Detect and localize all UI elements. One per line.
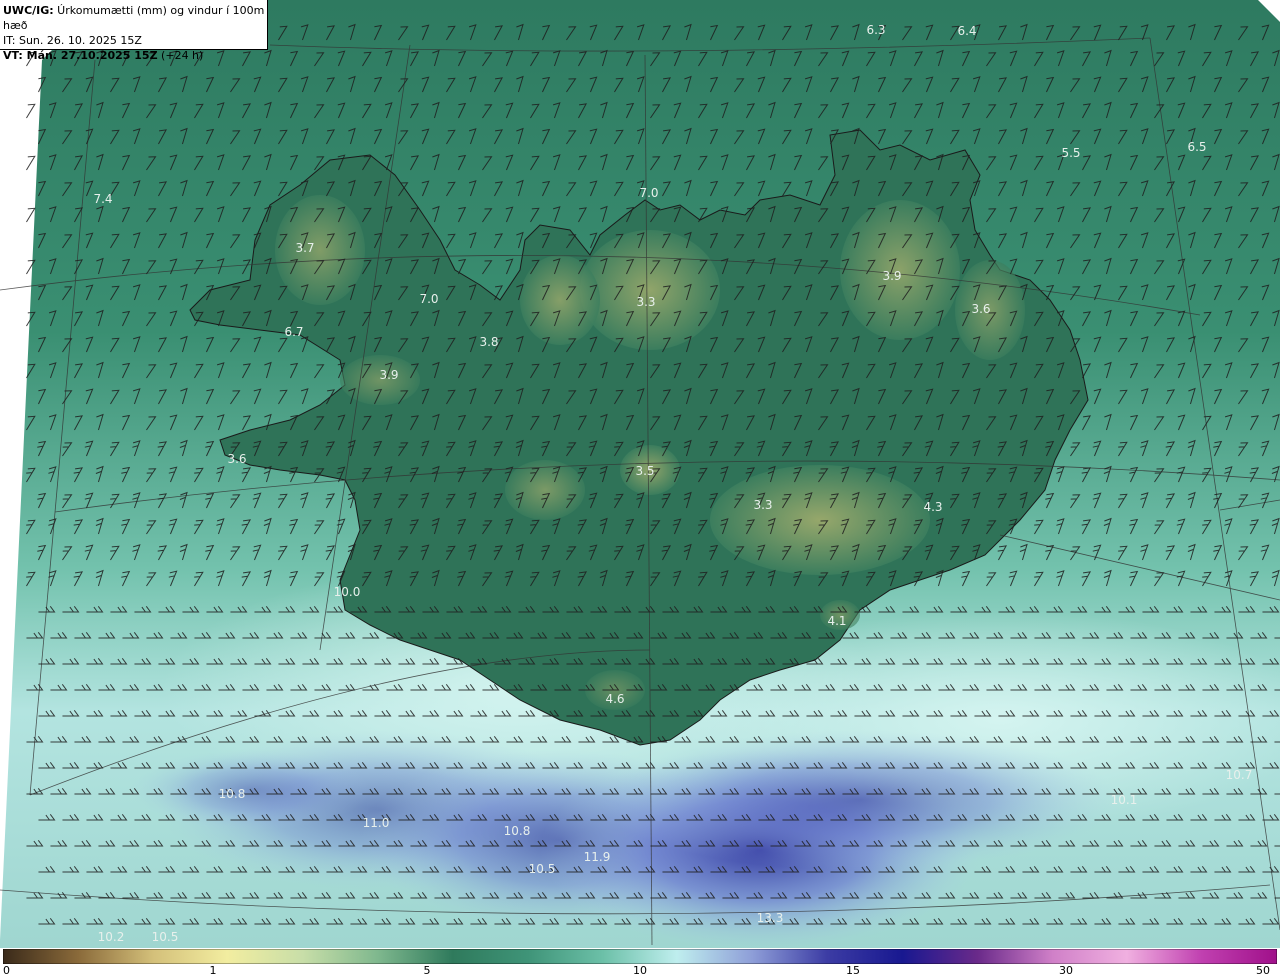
precip-value-label: 4.3 [923, 500, 943, 514]
precip-value-label: 6.5 [1187, 140, 1207, 154]
precip-value-label: 6.3 [866, 23, 886, 37]
precip-value-label: 5.5 [1061, 146, 1081, 160]
precip-value-label: 3.9 [882, 269, 902, 283]
precip-value-label: 3.6 [971, 302, 991, 316]
colorbar-tick-label: 5 [423, 964, 431, 977]
precip-value-label: 4.1 [827, 614, 847, 628]
map-header: UWC/IG: Úrkomumætti (mm) og vindur í 100… [0, 0, 268, 62]
precip-value-label: 6.7 [284, 325, 304, 339]
precip-value-label: 7.0 [639, 186, 659, 200]
colorbar-tick-label: 10 [633, 964, 647, 977]
precip-value-label: 3.3 [636, 295, 656, 309]
precip-value-label: 10.5 [528, 862, 556, 876]
precip-value-label: 10.7 [1225, 768, 1253, 782]
precip-value-label: 13.3 [756, 911, 784, 925]
header-title-line: UWC/IG: Úrkomumætti (mm) og vindur í 100… [3, 3, 267, 33]
colorbar-tick-label: 30 [1059, 964, 1073, 977]
precip-value-label: 3.6 [227, 452, 247, 466]
precip-value-label: 10.8 [503, 824, 531, 838]
precip-value-label: 3.5 [635, 464, 655, 478]
header-lead-time: (+24 h) [157, 49, 204, 62]
precip-value-label: 7.0 [419, 292, 439, 306]
precip-value-label: 10.5 [151, 930, 179, 944]
header-valid-time: VT: Mán. 27.10.2025 15Z [3, 49, 158, 62]
precip-value-label: 10.2 [97, 930, 125, 944]
precip-value-label: 11.0 [362, 816, 390, 830]
precip-value-label: 3.7 [295, 241, 315, 255]
precip-value-label: 4.6 [605, 692, 625, 706]
precip-value-label: 11.9 [583, 850, 611, 864]
colorbar-tick-label: 50 [1256, 964, 1270, 977]
precip-value-label: 6.4 [957, 24, 977, 38]
colorbar-tick-label: 0 [3, 964, 10, 977]
colorbar-tick-label: 1 [209, 964, 217, 977]
precip-value-label: 7.4 [93, 192, 113, 206]
precip-value-label: 3.3 [753, 498, 773, 512]
precip-value-label: 10.1 [1110, 793, 1138, 807]
model-prefix: UWC/IG: [3, 4, 54, 17]
precip-value-label: 3.8 [479, 335, 499, 349]
header-init-time: IT: Sun. 26. 10. 2025 15Z [3, 34, 142, 47]
precip-value-label: 10.0 [333, 585, 361, 599]
precip-value-label: 3.9 [379, 368, 399, 382]
colorbar-tick-label: 15 [846, 964, 860, 977]
precip-value-label: 10.8 [218, 787, 246, 801]
colorbar [3, 949, 1277, 964]
header-valid-time-line: VT: Mán. 27.10.2025 15Z (+24 h) [3, 48, 267, 63]
